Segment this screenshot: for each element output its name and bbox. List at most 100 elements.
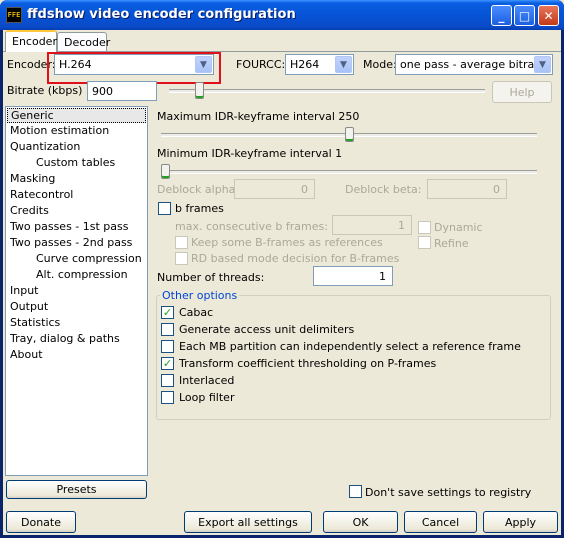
- maximize-icon: □: [518, 8, 531, 23]
- donate-button-label: Donate: [21, 515, 61, 529]
- tab-encoder[interactable]: Encoder: [5, 30, 57, 52]
- bitrate-input[interactable]: 900: [87, 81, 157, 101]
- other-option-label: Loop filter: [179, 391, 235, 404]
- section-item[interactable]: Motion estimation: [10, 124, 109, 137]
- other-option-checkbox[interactable]: ✓: [161, 357, 174, 370]
- cancel-button-label: Cancel: [421, 515, 460, 529]
- section-item[interactable]: Statistics: [10, 316, 60, 329]
- section-item[interactable]: Two passes - 2nd pass: [10, 236, 132, 249]
- section-item[interactable]: Generic: [7, 108, 146, 123]
- refine-label: Refine: [434, 237, 469, 250]
- other-option-checkbox[interactable]: [161, 323, 174, 336]
- dynamic-checkbox[interactable]: [418, 221, 431, 234]
- deblock-beta-label: Deblock beta:: [345, 183, 422, 196]
- apply-button-label: Apply: [504, 515, 537, 529]
- mode-select[interactable]: one pass - average bitrate ▼: [395, 54, 553, 75]
- minimize-button[interactable]: _: [491, 5, 512, 26]
- fourcc-select[interactable]: H264 ▼: [285, 54, 354, 75]
- export-all-settings-button[interactable]: Export all settings: [184, 511, 312, 533]
- other-option-checkbox[interactable]: [161, 340, 174, 353]
- section-item[interactable]: Custom tables: [36, 156, 115, 169]
- other-option-checkbox[interactable]: [161, 391, 174, 404]
- keep-some-bframes-checkbox[interactable]: [175, 236, 188, 249]
- mode-label: Mode:: [363, 58, 397, 71]
- bframes-checkbox[interactable]: [158, 202, 171, 215]
- max-consec-bframes-input[interactable]: 1: [332, 215, 412, 235]
- help-button[interactable]: Help: [492, 81, 552, 103]
- other-option-label: Generate access unit delimiters: [179, 323, 355, 336]
- encoder-select[interactable]: H.264 ▼: [54, 54, 214, 75]
- other-option-checkbox[interactable]: ✓: [161, 306, 174, 319]
- threads-label: Number of threads:: [157, 271, 265, 284]
- title-bar[interactable]: FFE ffdshow video encoder configuration …: [0, 0, 564, 30]
- mode-select-value: one pass - average bitrate: [400, 58, 546, 71]
- threads-input[interactable]: 1: [313, 266, 393, 286]
- fourcc-select-value: H264: [290, 58, 320, 71]
- section-item[interactable]: Output: [10, 300, 48, 313]
- bitrate-label: Bitrate (kbps): [7, 84, 83, 97]
- dont-save-checkbox[interactable]: [349, 485, 362, 498]
- deblock-alpha-label: Deblock alpha:: [157, 183, 240, 196]
- section-item[interactable]: Masking: [10, 172, 55, 185]
- chevron-down-icon[interactable]: ▼: [195, 56, 212, 73]
- section-item[interactable]: Input: [10, 284, 38, 297]
- other-option-label: Each MB partition can independently sele…: [179, 340, 521, 353]
- section-item[interactable]: About: [10, 348, 43, 361]
- section-item[interactable]: Curve compression: [36, 252, 142, 265]
- max-idr-slider-thumb[interactable]: [345, 127, 354, 142]
- max-consec-bframes-label: max. consecutive b frames:: [175, 220, 328, 233]
- bitrate-slider-thumb[interactable]: [195, 82, 204, 99]
- presets-button[interactable]: Presets: [6, 480, 147, 499]
- section-item[interactable]: Alt. compression: [36, 268, 128, 281]
- min-idr-label: Minimum IDR-keyframe interval 1: [157, 147, 343, 160]
- close-icon: ✕: [543, 8, 554, 23]
- other-option-checkbox[interactable]: [161, 374, 174, 387]
- deblock-alpha-input[interactable]: 0: [234, 179, 315, 199]
- other-option-label: Transform coefficient thresholding on P-…: [179, 357, 437, 370]
- rd-based-checkbox[interactable]: [175, 252, 188, 265]
- section-item[interactable]: Two passes - 1st pass: [10, 220, 129, 233]
- tab-encoder-label: Encoder: [12, 35, 57, 48]
- section-item[interactable]: Ratecontrol: [10, 188, 73, 201]
- section-item[interactable]: Tray, dialog & paths: [10, 332, 120, 345]
- bitrate-slider-track[interactable]: [169, 89, 485, 93]
- section-item[interactable]: Credits: [10, 204, 49, 217]
- presets-button-label: Presets: [56, 483, 97, 496]
- ffdshow-app-icon: FFE: [6, 7, 22, 23]
- bframes-label: b frames: [175, 202, 224, 215]
- apply-button[interactable]: Apply: [483, 511, 558, 533]
- ok-button-label: OK: [352, 515, 369, 529]
- max-idr-label: Maximum IDR-keyframe interval 250: [157, 110, 360, 123]
- cancel-button[interactable]: Cancel: [404, 511, 477, 533]
- min-idr-slider-track[interactable]: [161, 170, 537, 174]
- deblock-beta-input[interactable]: 0: [427, 179, 507, 199]
- donate-button[interactable]: Donate: [6, 511, 76, 533]
- dialog-client-area: Encoder Decoder Encoder: H.264 ▼ FOURCC:…: [3, 30, 561, 535]
- checkmark-icon: ✓: [162, 306, 173, 319]
- other-option-label: Cabac: [179, 306, 214, 319]
- chevron-down-icon[interactable]: ▼: [534, 56, 551, 73]
- dont-save-label: Don't save settings to registry: [365, 486, 532, 499]
- min-idr-slider-thumb[interactable]: [161, 164, 170, 179]
- ok-button[interactable]: OK: [323, 511, 398, 533]
- tab-decoder[interactable]: Decoder: [57, 32, 111, 52]
- export-all-settings-label: Export all settings: [198, 515, 298, 529]
- encoder-select-value: H.264: [59, 58, 92, 71]
- other-option-label: Interlaced: [179, 374, 235, 387]
- threads-value: 1: [379, 270, 386, 283]
- max-consec-bframes-value: 1: [398, 219, 405, 232]
- section-list[interactable]: Generic Motion estimation Quantization Cust…: [5, 106, 148, 476]
- main-window: FFE ffdshow video encoder configuration …: [0, 0, 564, 538]
- refine-checkbox[interactable]: [418, 236, 431, 249]
- close-button[interactable]: ✕: [538, 5, 559, 26]
- dynamic-label: Dynamic: [434, 221, 483, 234]
- chevron-down-icon[interactable]: ▼: [335, 56, 352, 73]
- maximize-button[interactable]: □: [514, 5, 535, 26]
- fourcc-label: FOURCC:: [236, 58, 286, 71]
- section-item[interactable]: Quantization: [10, 140, 80, 153]
- keep-some-bframes-label: Keep some B-frames as references: [191, 236, 383, 249]
- rd-based-label: RD based mode decision for B-frames: [191, 252, 400, 265]
- checkmark-icon: ✓: [162, 357, 173, 370]
- bitrate-input-value: 900: [92, 85, 113, 98]
- tab-decoder-label: Decoder: [64, 36, 111, 49]
